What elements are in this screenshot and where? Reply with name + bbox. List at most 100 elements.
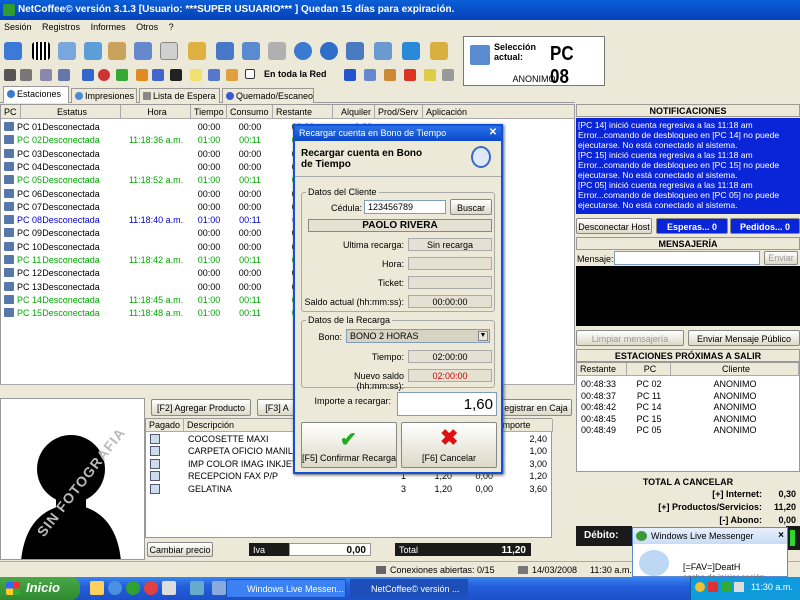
tab-impresiones[interactable]: Impresiones — [71, 88, 137, 103]
box-icon[interactable] — [384, 69, 396, 81]
error-icon[interactable] — [404, 69, 416, 81]
printer-small-icon[interactable] — [442, 69, 454, 81]
list-item[interactable]: GELATINA 3 1,20 0,00 3,60 — [146, 483, 553, 496]
monitor-lock-icon[interactable] — [242, 42, 260, 60]
orders-button[interactable]: Pedidos... 0 — [730, 218, 800, 234]
message-area[interactable] — [576, 266, 800, 326]
col-pc[interactable]: PC — [1, 105, 21, 119]
close-icon[interactable]: × — [778, 530, 784, 541]
chat-icon[interactable] — [208, 69, 220, 81]
magnifier-icon[interactable] — [160, 42, 178, 60]
paid-status-icon[interactable] — [150, 483, 160, 494]
menu-otros[interactable]: Otros — [136, 22, 158, 32]
browser-icon[interactable] — [108, 581, 122, 595]
search-button[interactable]: Buscar — [450, 199, 492, 215]
network-checkbox[interactable] — [245, 69, 255, 79]
messenger-notification[interactable]: Windows Live Messenger × [=FAV=]DeatH ac… — [632, 527, 788, 577]
waits-button[interactable]: Esperas... 0 — [656, 218, 728, 234]
settings-icon[interactable] — [134, 42, 152, 60]
clear-messages-button[interactable]: Limpiar mensajería — [576, 330, 684, 346]
dollar-icon[interactable] — [344, 69, 356, 81]
register-cash-button[interactable]: egistrar en Caja — [500, 399, 572, 416]
message-icon[interactable] — [190, 69, 202, 81]
col-alquiler[interactable]: Alquiler — [333, 105, 375, 119]
start-icon[interactable] — [116, 69, 128, 81]
bono-select[interactable]: BONO 2 HORAS ▼ — [346, 329, 490, 343]
taskbar-messenger[interactable]: Windows Live Messen... — [226, 579, 346, 598]
f3-button[interactable]: [F3] A — [257, 399, 297, 416]
send-button[interactable]: Enviar — [764, 251, 798, 265]
folder-quicklaunch-icon[interactable] — [212, 581, 226, 595]
cedula-input[interactable]: 123456789 — [364, 200, 446, 214]
tools-icon[interactable] — [108, 42, 126, 60]
disconnect-host-button[interactable]: Desconectar Host — [576, 218, 652, 234]
cancel-button[interactable]: ✖ [F6] Cancelar — [401, 422, 497, 468]
tab-quemado[interactable]: Quemado/Escaneo — [222, 88, 314, 103]
app-quicklaunch-icon[interactable] — [162, 581, 176, 595]
dialog-close-icon[interactable]: ✕ — [487, 127, 499, 139]
tab-lista-espera[interactable]: Lista de Espera — [139, 88, 220, 103]
note-icon[interactable] — [424, 69, 436, 81]
info-icon[interactable] — [320, 42, 338, 60]
grid-icon[interactable] — [4, 69, 16, 81]
tray-icon-2[interactable] — [708, 582, 718, 592]
folder-icon[interactable] — [430, 42, 448, 60]
workstation-icon[interactable] — [58, 42, 76, 60]
message-input[interactable] — [614, 251, 760, 265]
col-consumo[interactable]: Consumo — [227, 105, 273, 119]
paid-status-icon[interactable] — [150, 434, 160, 444]
search-user-icon[interactable] — [346, 42, 364, 60]
public-message-button[interactable]: Enviar Mensaje Público — [688, 330, 800, 346]
tray-icon-3[interactable] — [721, 582, 731, 592]
printer-icon[interactable] — [268, 42, 286, 60]
col-next-pc[interactable]: PC — [627, 363, 671, 376]
calculator-icon[interactable] — [374, 42, 392, 60]
list-item[interactable]: 00:48:33 PC 02 ANONIMO — [577, 378, 800, 390]
notifications-log[interactable]: [PC 14] inició cuenta regresiva a las 11… — [576, 118, 800, 214]
col-tiempo[interactable]: Tiempo — [191, 105, 227, 119]
confirm-recharge-button[interactable]: ✔ [F5] Confirmar Recarga — [301, 422, 397, 468]
refresh-icon[interactable] — [402, 42, 420, 60]
col-pagado[interactable]: Pagado — [146, 419, 184, 432]
list-item[interactable]: 00:48:42 PC 14 ANONIMO — [577, 401, 800, 413]
restart-icon[interactable] — [152, 69, 164, 81]
menu-registros[interactable]: Registros — [42, 22, 80, 32]
menu-help[interactable]: ? — [169, 22, 174, 32]
cash-register-icon[interactable] — [364, 69, 376, 81]
list-item[interactable]: 00:48:49 PC 05 ANONIMO — [577, 424, 800, 436]
network-icon[interactable] — [84, 42, 102, 60]
col-prodserv[interactable]: Prod/Serv — [375, 105, 423, 119]
table-icon[interactable] — [58, 69, 70, 81]
change-price-button[interactable]: Cambiar precio — [147, 542, 213, 557]
col-aplicacion[interactable]: Aplicación — [423, 105, 574, 119]
add-product-button[interactable]: [F2] Agregar Producto — [151, 399, 251, 416]
menu-informes[interactable]: Informes — [91, 22, 126, 32]
barcode-icon[interactable] — [32, 42, 50, 60]
col-hora[interactable]: Hora — [121, 105, 191, 119]
col-restante[interactable]: Restante — [273, 105, 333, 119]
users-icon[interactable] — [4, 42, 22, 60]
list-icon[interactable] — [40, 69, 52, 81]
amount-input[interactable]: 1,60 — [397, 392, 497, 416]
list-item[interactable]: 00:48:37 PC 11 ANONIMO — [577, 390, 800, 402]
tab-estaciones[interactable]: Estaciones — [3, 86, 69, 103]
taskbar-netcoffee[interactable]: NetCoffee© versión ... — [350, 579, 468, 598]
col-next-restante[interactable]: Restante — [577, 363, 627, 376]
col-importe[interactable]: Importe — [497, 419, 553, 432]
list-item[interactable]: 00:48:45 PC 15 ANONIMO — [577, 413, 800, 425]
monitor-icon[interactable] — [216, 42, 234, 60]
paid-status-icon[interactable] — [150, 471, 160, 482]
start-button[interactable]: Inicio — [0, 577, 80, 600]
power-icon[interactable] — [82, 69, 94, 81]
menu-sesion[interactable]: Sesión — [4, 22, 32, 32]
paid-status-icon[interactable] — [150, 458, 160, 469]
show-desktop-icon[interactable] — [190, 581, 204, 595]
tray-icon-1[interactable] — [695, 582, 705, 592]
globe-icon[interactable] — [294, 42, 312, 60]
terminal-icon[interactable] — [170, 69, 182, 81]
col-next-cliente[interactable]: Cliente — [671, 363, 799, 376]
tray-icon-4[interactable] — [734, 582, 744, 592]
lock-icon[interactable] — [136, 69, 148, 81]
keys-icon[interactable] — [188, 42, 206, 60]
messenger-taskbar-icon[interactable] — [126, 581, 140, 595]
